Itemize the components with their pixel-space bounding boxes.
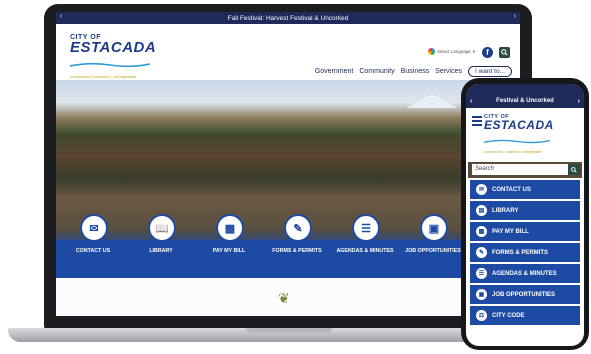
quick-link-label: LIBRARY <box>149 248 173 254</box>
phone-link-label: AGENDAS & MINUTES <box>492 270 557 277</box>
phone-search-input[interactable]: Search <box>472 164 568 175</box>
chevron-right-icon[interactable]: › <box>578 98 580 105</box>
nav-item-government[interactable]: Government <box>315 68 354 75</box>
city-logo[interactable]: CITY OF ESTACADA unexpected | untamed | … <box>69 34 157 79</box>
laptop-notch <box>246 328 332 333</box>
nav-item-community[interactable]: Community <box>359 68 394 75</box>
nav-item-services[interactable]: Services <box>435 68 462 75</box>
logo-swoosh-icon <box>69 62 151 68</box>
logo-tagline: unexpected | untamed | unforgettable <box>484 150 542 154</box>
phone-link-agendas-minutes[interactable]: ☰ AGENDAS & MINUTES <box>470 264 580 283</box>
form-icon: ✎ <box>476 247 487 258</box>
clipboard-icon: ☰ <box>476 268 487 279</box>
phone-link-forms-permits[interactable]: ✎ FORMS & PERMITS <box>470 243 580 262</box>
main-nav: Government Community Business Services I… <box>315 66 512 77</box>
phone-screen: ‹ Festival & Uncorked › CITY OF ESTACADA… <box>466 84 584 346</box>
book-icon: 📖 <box>148 214 176 242</box>
phone-link-pay-my-bill[interactable]: ▩ PAY MY BILL <box>470 222 580 241</box>
phone-link-library[interactable]: ▤ LIBRARY <box>470 201 580 220</box>
caret-down-icon: ▾ <box>472 48 476 54</box>
quick-link-label: PAY MY BILL <box>212 248 246 254</box>
leaf-icon: ❦ <box>278 290 290 306</box>
logo-name-text: ESTACADA <box>70 39 157 56</box>
phone-link-label: CITY CODE <box>492 312 525 319</box>
logo-tagline: unexpected | untamed | unforgettable <box>70 74 137 79</box>
phone-link-contact-us[interactable]: ✉ CONTACT US <box>470 180 580 199</box>
briefcase-icon: ▣ <box>420 214 448 242</box>
logo-name-text: ESTACADA <box>484 118 554 132</box>
translate-select[interactable]: Select Language ▾ <box>428 48 475 55</box>
alert-text[interactable]: Fall Festival: Harvest Festival & Uncork… <box>228 15 349 22</box>
translate-label: Select Language <box>437 49 471 54</box>
bill-icon: ▩ <box>216 214 244 242</box>
briefcase-icon: ▣ <box>476 289 487 300</box>
envelope-icon: ✉ <box>476 184 487 195</box>
i-want-to-button[interactable]: I want to... <box>468 66 512 77</box>
phone-link-label: LIBRARY <box>492 207 519 214</box>
mountain-shape <box>406 94 458 108</box>
quick-link-label: FORMS & PERMITS <box>272 248 322 254</box>
phone-link-label: PAY MY BILL <box>492 228 529 235</box>
logo-swoosh-icon <box>483 139 551 144</box>
envelope-icon: ✉ <box>80 214 108 242</box>
laptop-screen: ‹ Fall Festival: Harvest Festival & Unco… <box>56 12 520 316</box>
quick-link-label: JOB OPPORTUNITIES <box>405 248 461 254</box>
nav-item-business[interactable]: Business <box>401 68 429 75</box>
chevron-left-icon[interactable]: ‹ <box>60 13 62 20</box>
chevron-right-icon[interactable]: › <box>514 13 516 20</box>
facebook-icon[interactable]: f <box>482 47 493 58</box>
bill-icon: ▩ <box>476 226 487 237</box>
phone-header: CITY OF ESTACADA unexpected | untamed | … <box>466 108 584 154</box>
chevron-left-icon[interactable]: ‹ <box>470 98 472 105</box>
clipboard-icon: ☰ <box>352 214 380 242</box>
below-fold-section: ❦ <box>56 278 520 316</box>
phone-quick-links: ✉ CONTACT US ▤ LIBRARY ▩ PAY MY BILL ✎ F… <box>466 180 584 327</box>
gavel-icon: ⚖ <box>476 310 487 321</box>
phone-link-label: CONTACT US <box>492 186 531 193</box>
phone-link-label: FORMS & PERMITS <box>492 249 549 256</box>
form-icon: ✎ <box>284 214 312 242</box>
phone-alert-banner[interactable]: ‹ Festival & Uncorked › <box>466 84 584 108</box>
hero-image <box>56 80 520 240</box>
site-header: CITY OF ESTACADA unexpected | untamed | … <box>56 24 520 80</box>
phone-link-city-code[interactable]: ⚖ CITY CODE <box>470 306 580 325</box>
search-icon[interactable] <box>568 164 580 175</box>
phone-city-logo[interactable]: CITY OF ESTACADA unexpected | untamed | … <box>483 114 554 154</box>
phone-link-label: JOB OPPORTUNITIES <box>492 291 556 298</box>
quick-links-bar: ✉ CONTACT US 📖 LIBRARY ▩ PAY MY BILL ✎ F… <box>56 214 520 278</box>
book-icon: ▤ <box>476 205 487 216</box>
google-icon <box>428 48 435 55</box>
hamburger-menu-icon[interactable] <box>472 116 482 128</box>
quick-link-label: AGENDAS & MINUTES <box>336 248 394 254</box>
phone-alert-text[interactable]: Festival & Uncorked <box>496 98 554 104</box>
alert-banner[interactable]: ‹ Fall Festival: Harvest Festival & Unco… <box>56 12 520 24</box>
quick-link-label: CONTACT US <box>75 248 111 254</box>
phone-link-job-opportunities[interactable]: ▣ JOB OPPORTUNITIES <box>470 285 580 304</box>
search-icon[interactable] <box>499 47 510 58</box>
